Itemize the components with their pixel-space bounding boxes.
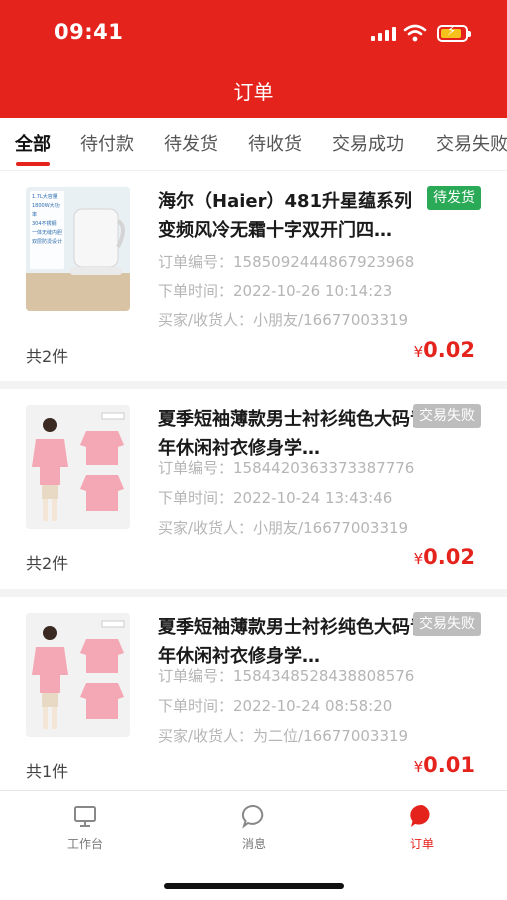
thumb-text: 304不锈钢: [32, 221, 57, 227]
item-count: 共2件: [26, 554, 69, 573]
order-number: 订单编号：1584420363373387776: [158, 459, 415, 477]
status-bar: 09:41 ⚡: [0, 0, 507, 70]
status-badge: 待发货: [427, 186, 481, 210]
battery-icon: ⚡: [437, 24, 471, 42]
status-badge: 交易失败: [413, 404, 481, 428]
order-number: 订单编号：1584348528438808576: [158, 667, 415, 685]
product-title[interactable]: 夏季短袖薄款男士衬衫纯色大码青年休闲衬衣修身学…: [158, 405, 428, 463]
order-tabs: 全部 待付款 待发货 待收货 交易成功 交易失败: [0, 118, 507, 170]
order-card[interactable]: 1.7L大容量 1800W大功率 304不锈钢 一体无缝内胆 双层防烫设计 海尔…: [0, 171, 507, 381]
nav-label: 工作台: [66, 837, 103, 851]
price-value: 0.02: [423, 338, 475, 362]
monitor-icon: [74, 806, 96, 827]
order-separator: [0, 589, 507, 597]
currency-symbol: ¥: [413, 758, 424, 776]
tab-completed[interactable]: 交易成功: [332, 130, 404, 156]
buyer-info: 买家/收货人：为二位/16677003319: [158, 727, 409, 745]
product-thumbnail-shirt: [26, 405, 130, 529]
order-time: 下单时间：2022-10-24 13:43:46: [158, 489, 393, 507]
order-card[interactable]: 夏季短袖薄款男士衬衫纯色大码青年休闲衬衣修身学… 交易失败 订单编号：15844…: [0, 389, 507, 589]
order-price: ¥0.01: [414, 753, 475, 777]
nav-orders[interactable]: 订单: [377, 803, 467, 852]
tab-all[interactable]: 全部: [15, 130, 51, 156]
app-header: 09:41 ⚡ 订单: [0, 0, 507, 118]
product-title[interactable]: 海尔（Haier）481升星蕴系列变频风冷无霜十字双开门四…: [158, 187, 428, 245]
currency-symbol: ¥: [413, 550, 424, 568]
product-thumbnail-shirt: [26, 613, 130, 737]
price-value: 0.02: [423, 545, 475, 569]
thumb-text: 一体无缝内胆: [32, 230, 63, 236]
signal-icon: [371, 27, 396, 41]
tab-failed[interactable]: 交易失败: [436, 130, 507, 156]
order-price: ¥0.02: [414, 338, 475, 362]
buyer-info: 买家/收货人：小朋友/16677003319: [158, 311, 409, 329]
product-title[interactable]: 夏季短袖薄款男士衬衫纯色大码青年休闲衬衣修身学…: [158, 613, 428, 671]
wifi-icon: [403, 24, 427, 42]
buyer-info: 买家/收货人：小朋友/16677003319: [158, 519, 409, 537]
tab-pending-payment[interactable]: 待付款: [80, 130, 134, 156]
nav-label: 订单: [409, 837, 434, 851]
price-value: 0.01: [423, 753, 475, 777]
item-count: 共2件: [26, 347, 69, 366]
thumb-text: 双层防烫设计: [32, 239, 63, 245]
nav-workbench[interactable]: 工作台: [40, 803, 130, 852]
tab-pending-shipment[interactable]: 待发货: [164, 130, 218, 156]
nav-label: 消息: [241, 837, 266, 851]
item-count: 共1件: [26, 762, 69, 781]
chat-bubble-icon: [241, 804, 264, 829]
active-tab-indicator: [16, 162, 50, 166]
order-card[interactable]: 夏季短袖薄款男士衬衫纯色大码青年休闲衬衣修身学… 交易失败 订单编号：15843…: [0, 597, 507, 790]
page-title: 订单: [233, 80, 274, 104]
nav-messages[interactable]: 消息: [209, 803, 299, 852]
order-price: ¥0.02: [414, 545, 475, 569]
thumb-text: 1800W大功率: [32, 203, 60, 218]
order-separator: [0, 381, 507, 389]
currency-symbol: ¥: [413, 343, 424, 361]
product-thumbnail-kettle: 1.7L大容量 1800W大功率 304不锈钢 一体无缝内胆 双层防烫设计: [26, 187, 130, 311]
order-number: 订单编号：1585092444867923968: [158, 253, 415, 271]
tab-pending-receipt[interactable]: 待收货: [248, 130, 302, 156]
status-badge: 交易失败: [413, 612, 481, 636]
status-time: 09:41: [54, 20, 124, 44]
order-time: 下单时间：2022-10-24 08:58:20: [158, 697, 393, 715]
thumb-text: 1.7L大容量: [32, 194, 58, 200]
home-indicator: [164, 883, 344, 889]
order-bubble-icon: [410, 804, 430, 827]
order-time: 下单时间：2022-10-26 10:14:23: [158, 282, 393, 300]
